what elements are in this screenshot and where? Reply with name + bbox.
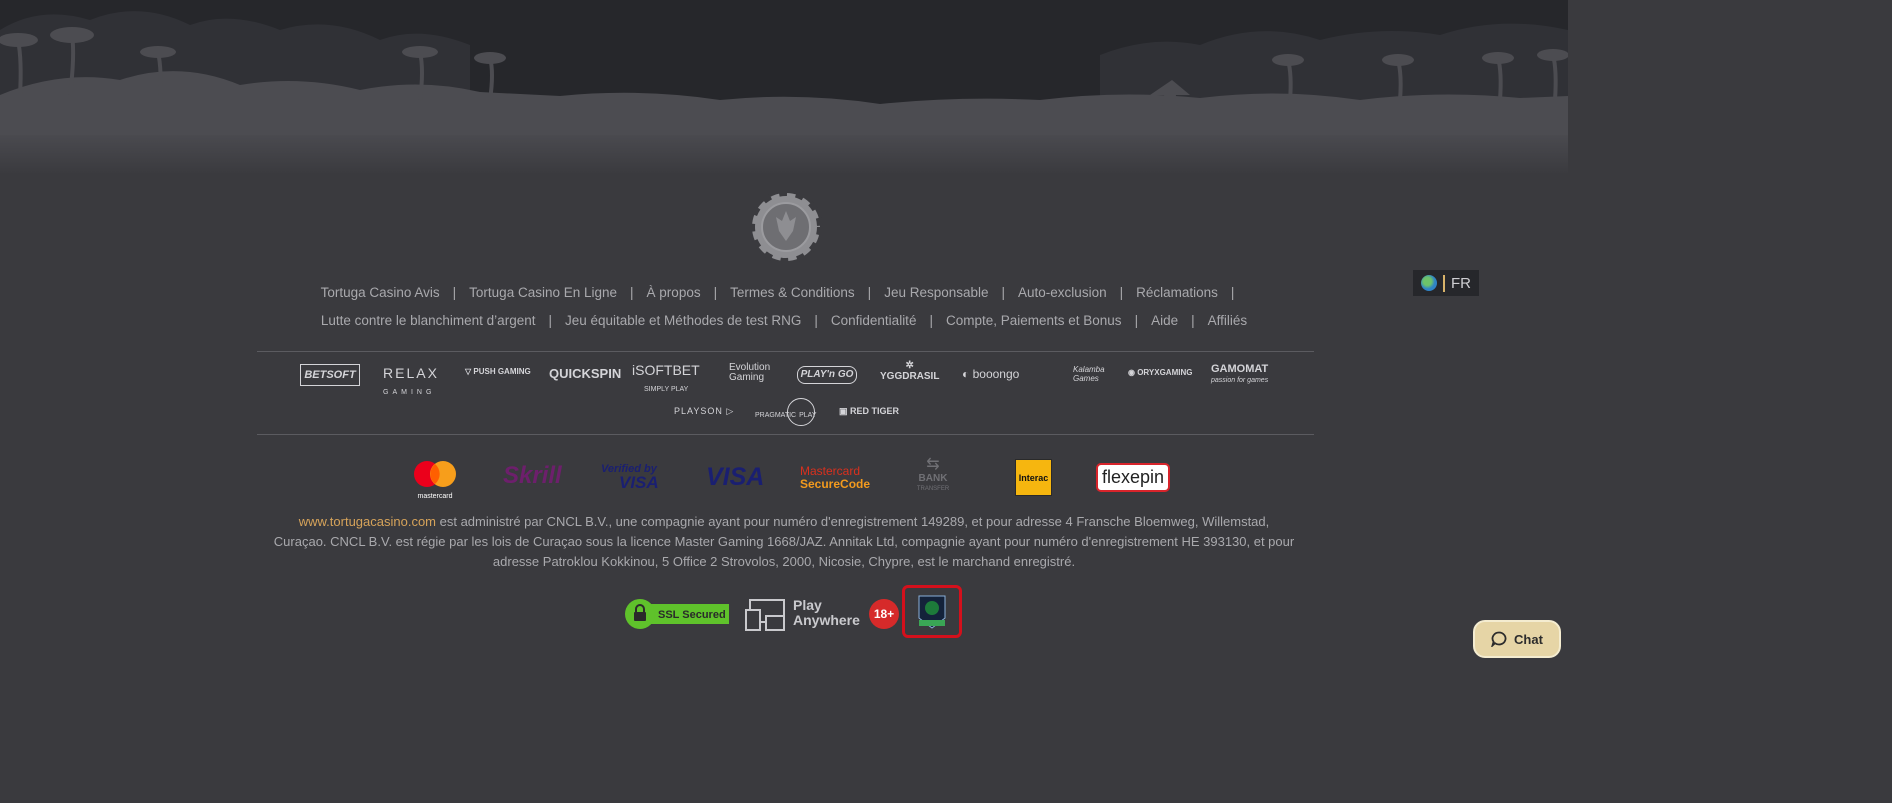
nav-link-aide[interactable]: Aide <box>1151 313 1178 328</box>
chat-label: Chat <box>1514 631 1543 647</box>
nav-link-reclamations[interactable]: Réclamations <box>1136 285 1218 300</box>
site-logo[interactable] <box>750 191 822 263</box>
devices-icon <box>745 599 785 631</box>
payment-flexepin-label: flexepin <box>1101 467 1165 487</box>
payment-flexepin: flexepin <box>1096 463 1170 492</box>
provider-playngo-label: PLAY'n GO <box>800 369 854 380</box>
payment-skrill: Skrill <box>503 462 562 489</box>
provider-redtiger-label: RED TIGER <box>850 406 900 416</box>
play-anywhere-label-2: Anywhere <box>793 612 860 628</box>
nav-link-compte[interactable]: Compte, Paiements et Bonus <box>946 313 1122 328</box>
provider-relax-label: RELAX <box>383 365 439 381</box>
island-silhouette <box>0 11 1568 175</box>
nav-link-a-propos[interactable]: À propos <box>647 285 701 300</box>
provider-yggdrasil: ✲ YGGDRASIL <box>880 360 940 382</box>
provider-evolution-label-2: Gaming <box>729 372 765 383</box>
provider-gamomat-sub: passion for games <box>1211 377 1269 384</box>
payment-mastercard-label: mastercard <box>417 493 453 500</box>
provider-push-label: PUSH GAMING <box>473 367 531 376</box>
license-seal-icon <box>918 595 946 629</box>
provider-gamomat-label: GAMOMAT <box>1211 363 1269 375</box>
payment-mastercard: mastercard <box>412 460 458 500</box>
footer-nav-row-2: Lutte contre le blanchiment d’argent | Jeu… <box>0 313 1568 328</box>
nav-link-auto-exclusion[interactable]: Auto-exclusion <box>1018 285 1107 300</box>
provider-playson: PLAYSON ▷ <box>674 406 735 416</box>
divider <box>257 434 1314 435</box>
provider-isoftbet-sub: SIMPLY PLAY <box>644 386 689 393</box>
legal-notice: www.tortugacasino.com est administré par… <box>272 512 1296 572</box>
nav-separator: | <box>548 313 552 328</box>
provider-oryx: ◉ ORYXGAMING <box>1128 368 1193 377</box>
provider-pragmatic-label-1: PRAGMATIC <box>755 412 797 419</box>
nav-link-rng[interactable]: Jeu équitable et Méthodes de test RNG <box>565 313 801 328</box>
provider-playngo: PLAY'n GO <box>797 366 857 384</box>
provider-yggdrasil-label: YGGDRASIL <box>880 371 940 382</box>
play-anywhere-badge: Play Anywhere <box>744 598 860 632</box>
nav-separator: | <box>630 285 634 300</box>
provider-pragmatic-label-2: PLAY <box>799 412 817 419</box>
nav-link-avis[interactable]: Tortuga Casino Avis <box>321 285 440 300</box>
payment-msc-label-2: SecureCode <box>800 477 871 491</box>
nav-separator: | <box>814 313 818 328</box>
nav-separator: | <box>1119 285 1124 300</box>
nav-separator: | <box>1230 285 1235 300</box>
payment-interac-label: Interac <box>1018 472 1049 483</box>
nav-separator: | <box>867 285 872 300</box>
ssl-secured-label: SSL Secured <box>658 609 726 621</box>
provider-oryx-label: ORYXGAMING <box>1137 368 1193 377</box>
provider-isoftbet-label: iSOFTBET <box>632 362 700 378</box>
payment-bank-transfer: ⇆ BANK TRANSFER <box>915 456 951 494</box>
nav-link-aml[interactable]: Lutte contre le blanchiment d’argent <box>321 313 536 328</box>
provider-quickspin-label: QUICKSPIN <box>549 366 622 381</box>
site-link[interactable]: www.tortugacasino.com <box>299 514 436 529</box>
nav-link-en-ligne[interactable]: Tortuga Casino En Ligne <box>469 285 617 300</box>
play-anywhere-label-1: Play <box>793 597 822 613</box>
provider-kalamba: Kalamba Games <box>1047 365 1105 383</box>
payment-bank-label-2: TRANSFER <box>916 486 950 492</box>
payment-mastercard-securecode: Mastercard SecureCode <box>800 465 870 491</box>
nav-separator: | <box>452 285 457 300</box>
provider-evolution: Evolution Gaming <box>715 363 770 383</box>
provider-betsoft-label: BETSOFT <box>304 369 356 381</box>
provider-pragmatic: PRAGMATIC PLAY <box>755 398 817 426</box>
nav-separator: | <box>929 313 933 328</box>
provider-playson-label: PLAYSON <box>674 406 723 416</box>
nav-link-termes[interactable]: Termes & Conditions <box>730 285 855 300</box>
provider-booongo: ◐ booongo <box>962 367 1020 381</box>
gaming-curacao-seal[interactable] <box>902 585 962 638</box>
chat-button[interactable]: Chat <box>1473 620 1561 658</box>
divider <box>257 351 1314 352</box>
nav-link-confidentialite[interactable]: Confidentialité <box>831 313 917 328</box>
provider-isoftbet: iSOFTBET SIMPLY PLAY <box>632 362 700 394</box>
payment-visa: VISA <box>706 463 765 491</box>
nav-separator: | <box>1191 313 1195 328</box>
nav-link-affilies[interactable]: Affiliés <box>1208 313 1248 328</box>
nav-separator: | <box>713 285 718 300</box>
chat-bubble-icon <box>1491 631 1507 647</box>
payment-verified-label-2: VISA <box>619 473 659 492</box>
ssl-secured-badge: SSL Secured <box>625 599 729 629</box>
provider-booongo-label: booongo <box>972 367 1020 381</box>
payment-bank-label-1: BANK <box>918 473 948 484</box>
provider-gamomat: GAMOMAT passion for games <box>1211 364 1268 386</box>
provider-kalamba-label-2: Games <box>1073 374 1099 383</box>
provider-red-tiger: ▣ RED TIGER <box>839 406 900 416</box>
provider-kalamba-label-1: Kalamba <box>1073 365 1105 374</box>
mastercard-icon <box>414 461 456 487</box>
age-18-badge: 18+ <box>869 599 899 629</box>
footer-nav-row-1: Tortuga Casino Avis | Tortuga Casino En Li… <box>0 285 1568 300</box>
provider-betsoft: BETSOFT <box>300 364 360 386</box>
provider-push-gaming: ▽ PUSH GAMING <box>465 367 531 376</box>
provider-relax: RELAX GAMING <box>383 365 439 397</box>
provider-relax-sub: GAMING <box>383 389 436 396</box>
nav-link-jeu-responsable[interactable]: Jeu Responsable <box>884 285 988 300</box>
bank-transfer-icon: ⇆ <box>926 456 940 473</box>
payment-verified-by-visa: Verified by VISA <box>601 462 659 492</box>
payment-interac: Interac <box>1015 459 1052 496</box>
nav-separator: | <box>1134 313 1139 328</box>
nav-separator: | <box>1001 285 1006 300</box>
provider-quickspin: QUICKSPIN <box>549 366 621 381</box>
